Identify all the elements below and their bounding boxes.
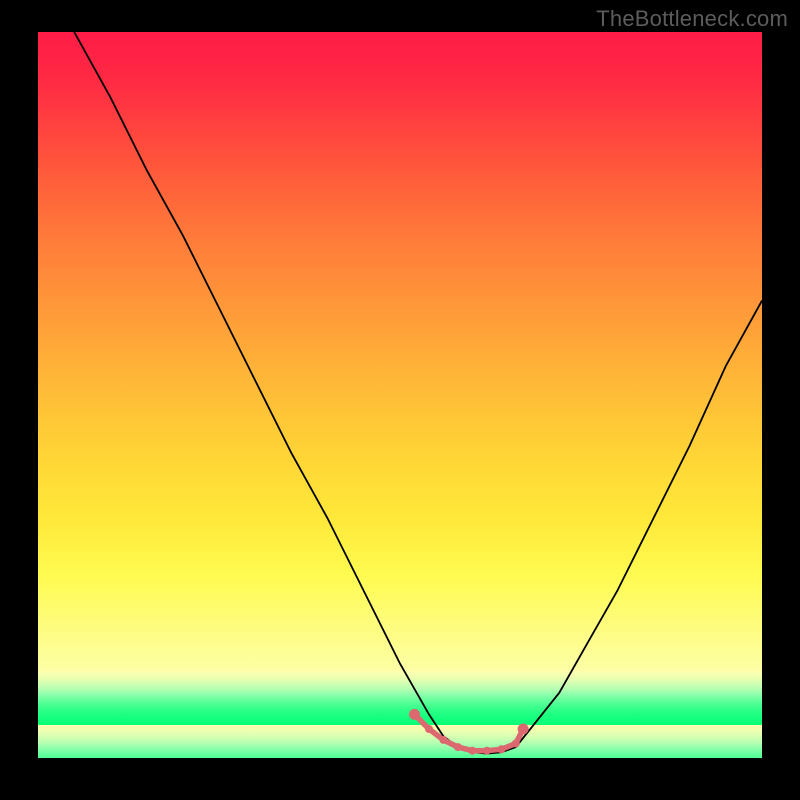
optimal-range-dot — [454, 743, 462, 751]
bottleneck-curve — [74, 32, 762, 754]
optimal-range-dot — [439, 736, 447, 744]
chart-plot-area — [38, 32, 762, 758]
chart-curves — [38, 32, 762, 758]
optimal-range-dot — [468, 747, 476, 755]
optimal-range-dot — [512, 740, 520, 748]
watermark: TheBottleneck.com — [596, 6, 788, 32]
optimal-range-dot — [425, 725, 433, 733]
optimal-range-dot — [518, 724, 529, 735]
optimal-range-dot — [497, 745, 505, 753]
optimal-range-dot — [409, 709, 420, 720]
optimal-range-dot — [483, 747, 491, 755]
